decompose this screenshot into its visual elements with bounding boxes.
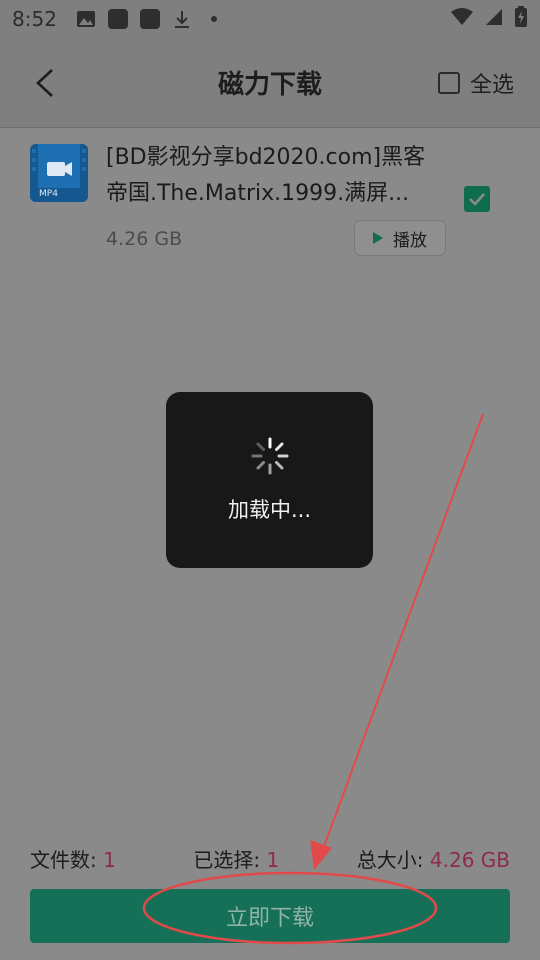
download-icon bbox=[171, 8, 193, 30]
file-title: [BD影视分享bd2020.com]黑客帝国.The.Matrix.1999.满… bbox=[106, 145, 426, 206]
spinner-icon bbox=[251, 437, 288, 475]
select-all-label: 全选 bbox=[469, 72, 514, 98]
back-arrow-icon bbox=[36, 68, 53, 97]
select-all-checkbox[interactable] bbox=[437, 71, 460, 94]
files-count-value: 1 bbox=[103, 847, 116, 872]
select-all-toggle[interactable]: 全选 bbox=[437, 67, 514, 99]
selected-count-value: 1 bbox=[266, 847, 280, 872]
file-size: 4.26 GB bbox=[106, 228, 183, 250]
list-item[interactable]: MP4 [BD影视分享bd2020.com]黑客帝国.The.Matrix.19… bbox=[30, 140, 520, 270]
download-now-button[interactable]: 立即下载 bbox=[30, 889, 510, 943]
loading-text: 加载中... bbox=[227, 498, 312, 522]
selected-count-label: 已选择: bbox=[193, 847, 267, 872]
image-icon bbox=[75, 8, 97, 30]
check-icon bbox=[469, 193, 485, 206]
selected-count: 已选择: 1 bbox=[193, 844, 279, 873]
signal-icon bbox=[484, 7, 504, 31]
total-size-value: 4.26 GB bbox=[429, 847, 510, 872]
battery-icon bbox=[514, 6, 528, 32]
files-count-label: 文件数: bbox=[30, 847, 104, 872]
play-icon bbox=[373, 232, 383, 244]
status-right-group bbox=[450, 6, 528, 32]
app-square-icon bbox=[139, 8, 161, 30]
back-button[interactable] bbox=[26, 64, 64, 102]
dot-icon bbox=[203, 8, 225, 30]
total-size-label: 总大小: bbox=[356, 847, 430, 872]
play-button[interactable]: 播放 bbox=[354, 220, 446, 256]
play-label: 播放 bbox=[393, 230, 427, 251]
app-header: 磁力下载 全选 bbox=[0, 38, 540, 128]
thumb-label: MP4 bbox=[39, 189, 58, 199]
total-size: 总大小: 4.26 GB bbox=[357, 844, 510, 873]
summary-bar: 文件数: 1 已选择: 1 总大小: 4.26 GB bbox=[30, 842, 510, 874]
video-file-icon: MP4 bbox=[30, 144, 88, 202]
app-square-icon bbox=[107, 8, 129, 30]
status-bar: 8:52 bbox=[0, 0, 540, 38]
status-time: 8:52 bbox=[12, 7, 57, 31]
download-now-label: 立即下载 bbox=[225, 906, 314, 931]
file-checkbox[interactable] bbox=[464, 186, 490, 212]
wifi-icon bbox=[450, 8, 474, 30]
files-count: 文件数: 1 bbox=[30, 844, 116, 873]
loading-dialog: 加载中... bbox=[166, 392, 373, 568]
